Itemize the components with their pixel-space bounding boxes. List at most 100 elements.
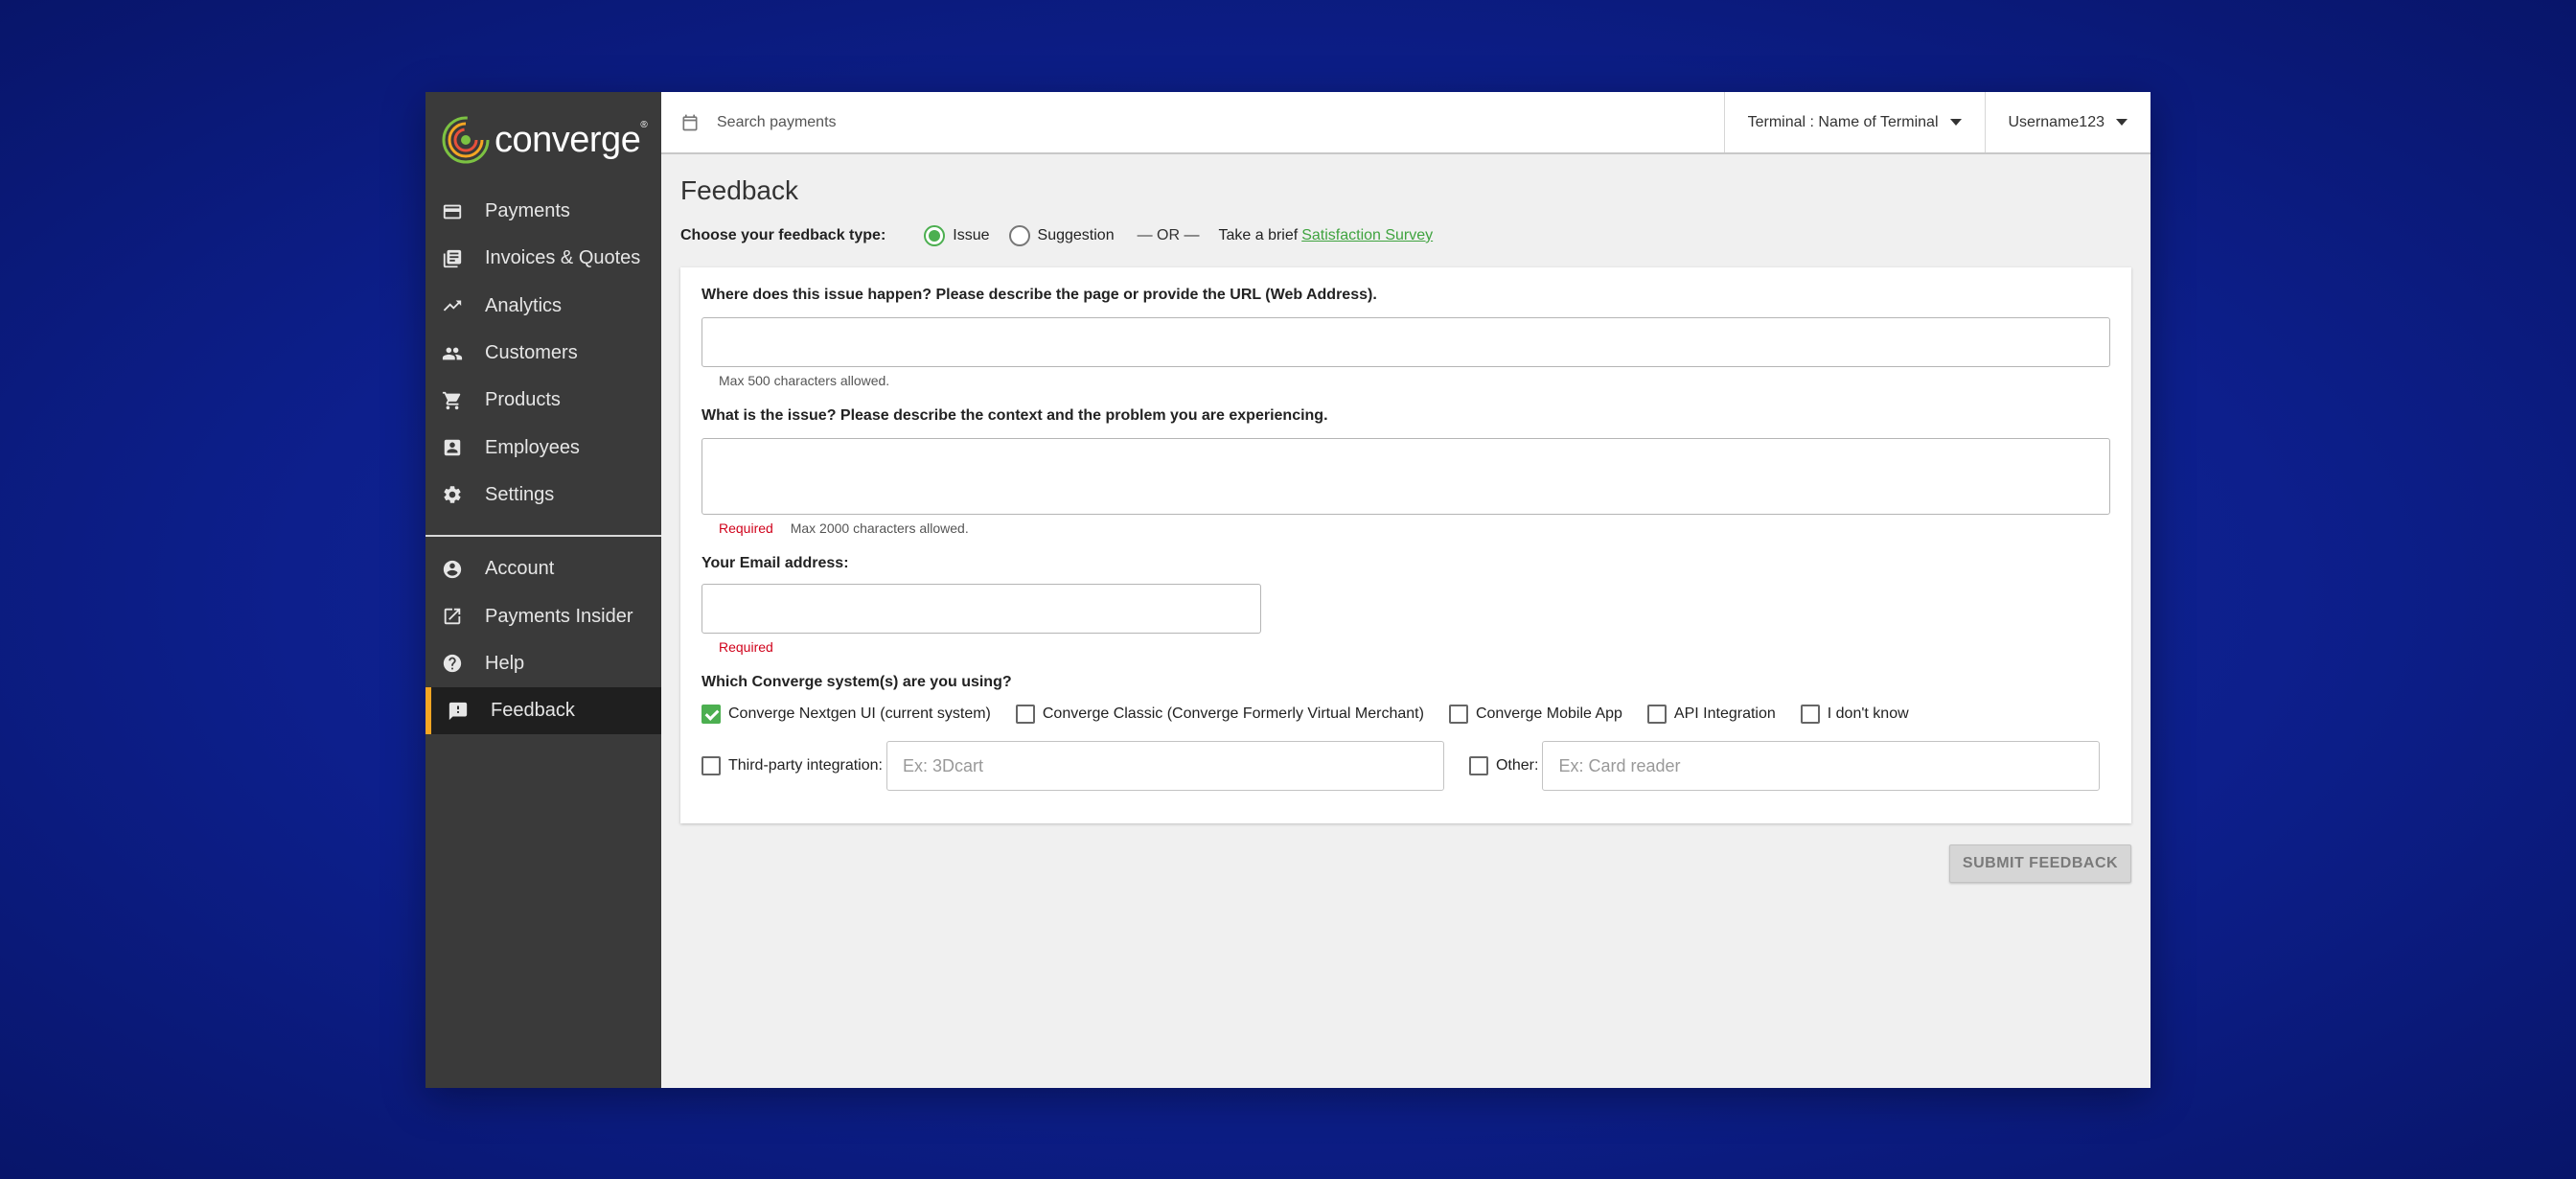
checkbox-box [702,705,721,724]
sidebar-item-label: Settings [485,483,555,505]
checkbox-box [1800,705,1820,724]
where-input[interactable] [702,317,2110,367]
checkbox-third-party[interactable]: Third-party integration: [702,756,883,775]
feedback-form-card: Where does this issue happen? Please des… [680,267,2131,823]
sidebar-item-label: Account [485,558,555,580]
sidebar-item-label: Customers [485,342,578,364]
sidebar-item-label: Payments [485,200,570,222]
calendar-icon[interactable] [680,113,700,132]
gear-icon [441,483,464,506]
invoices-icon [441,247,464,270]
checkbox-box [1015,705,1035,724]
systems-question: Which Converge system(s) are you using? [702,674,1012,690]
sidebar-item-payments-insider[interactable]: Payments Insider [426,592,661,639]
sidebar-item-label: Help [485,652,525,674]
where-hint: Max 500 characters allowed. [719,373,890,388]
systems-checkbox-row: Converge Nextgen UI (current system) Con… [702,705,2110,724]
top-bar: Terminal : Name of Terminal Username123 [661,92,2150,154]
people-icon [441,342,464,365]
sidebar-item-label: Payments Insider [485,605,633,627]
required-text: Required [719,639,773,655]
feedback-icon [447,700,470,723]
radio-issue[interactable]: Issue [924,225,990,246]
checkbox-label: Other: [1495,757,1539,774]
where-question: Where does this issue happen? Please des… [702,287,1377,303]
sidebar: converge® Payments Invoices & Quotes Ana… [426,92,661,1088]
user-dropdown[interactable]: Username123 [1984,92,2151,152]
trending-up-icon [441,294,464,317]
sidebar-item-label: Feedback [491,700,575,722]
brand-name: converge® [494,119,648,160]
search-input[interactable] [717,113,1292,131]
sidebar-item-analytics[interactable]: Analytics [426,283,661,330]
radio-suggestion[interactable]: Suggestion [1008,225,1115,246]
caret-down-icon [1949,119,1962,126]
checkbox-mobile-app[interactable]: Converge Mobile App [1448,705,1622,724]
search-bar [661,92,1724,152]
satisfaction-survey-link[interactable]: Satisfaction Survey [1301,227,1433,244]
checkbox-box [1646,705,1667,724]
checkbox-label: API Integration [1673,705,1776,722]
sidebar-item-label: Invoices & Quotes [485,247,641,269]
username-label: Username123 [2008,113,2105,130]
sidebar-item-invoices[interactable]: Invoices & Quotes [426,235,661,282]
sidebar-item-employees[interactable]: Employees [426,424,661,471]
checkbox-label: I don't know [1827,705,1909,722]
sidebar-item-label: Employees [485,436,580,458]
email-hint-row: Required [719,639,2110,655]
checkbox-box [1448,705,1468,724]
main-area: Terminal : Name of Terminal Username123 … [661,92,2150,1088]
sidebar-divider [426,535,661,538]
checkbox-nextgen-ui[interactable]: Converge Nextgen UI (current system) [702,705,991,724]
cart-icon [441,389,464,412]
credit-card-icon [441,200,464,223]
checkbox-other[interactable]: Other: [1468,756,1539,775]
what-hint-row: Required Max 2000 characters allowed. [719,520,2110,536]
app-window: converge® Payments Invoices & Quotes Ana… [426,92,2150,1088]
checkbox-api-integration[interactable]: API Integration [1646,705,1776,724]
checkbox-label: Converge Classic (Converge Formerly Virt… [1042,705,1424,722]
terminal-label: Terminal : Name of Terminal [1747,113,1939,130]
sidebar-item-settings[interactable]: Settings [426,472,661,519]
page-title: Feedback [680,175,798,205]
submit-feedback-button[interactable]: SUBMIT FEEDBACK [1949,844,2131,883]
radio-circle [924,225,946,246]
what-question: What is the issue? Please describe the c… [702,407,1328,424]
submit-row: SUBMIT FEEDBACK [680,844,2131,883]
sidebar-item-help[interactable]: Help [426,640,661,687]
checkbox-label: Third-party integration: [728,757,883,774]
sidebar-item-customers[interactable]: Customers [426,330,661,377]
required-text: Required [719,520,773,536]
sidebar-item-payments[interactable]: Payments [426,188,661,235]
feedback-type-label: Choose your feedback type: [680,227,886,243]
sidebar-item-feedback[interactable]: Feedback [426,686,661,735]
radio-suggestion-label: Suggestion [1037,227,1115,243]
terminal-dropdown[interactable]: Terminal : Name of Terminal [1723,92,1985,152]
caret-down-icon [2116,119,2128,126]
checkbox-label: Converge Mobile App [1475,705,1622,722]
survey-prefix: Take a brief [1218,227,1299,243]
account-circle-icon [441,558,464,581]
email-input[interactable] [702,584,1261,634]
checkbox-label: Converge Nextgen UI (current system) [728,705,991,722]
what-textarea[interactable] [702,438,2110,515]
sidebar-item-products[interactable]: Products [426,377,661,424]
checkbox-dont-know[interactable]: I don't know [1800,705,1909,724]
converge-logo-icon [442,116,490,164]
sidebar-item-account[interactable]: Account [426,545,661,592]
checkbox-box [702,756,721,775]
checkbox-converge-classic[interactable]: Converge Classic (Converge Formerly Virt… [1015,705,1424,724]
feedback-type-row: Choose your feedback type: Issue Suggest… [680,221,2131,250]
external-link-icon [441,605,464,628]
third-party-input[interactable] [886,741,1444,791]
badge-icon [441,436,464,459]
email-question: Your Email address: [702,555,849,571]
help-icon [441,652,464,675]
sidebar-item-label: Products [485,389,561,411]
or-separator: — OR — [1137,227,1200,243]
radio-circle [1008,225,1030,246]
radio-issue-label: Issue [953,227,990,243]
sidebar-item-label: Analytics [485,294,563,316]
other-input[interactable] [1542,741,2101,791]
converge-logo[interactable]: converge® [426,92,661,188]
